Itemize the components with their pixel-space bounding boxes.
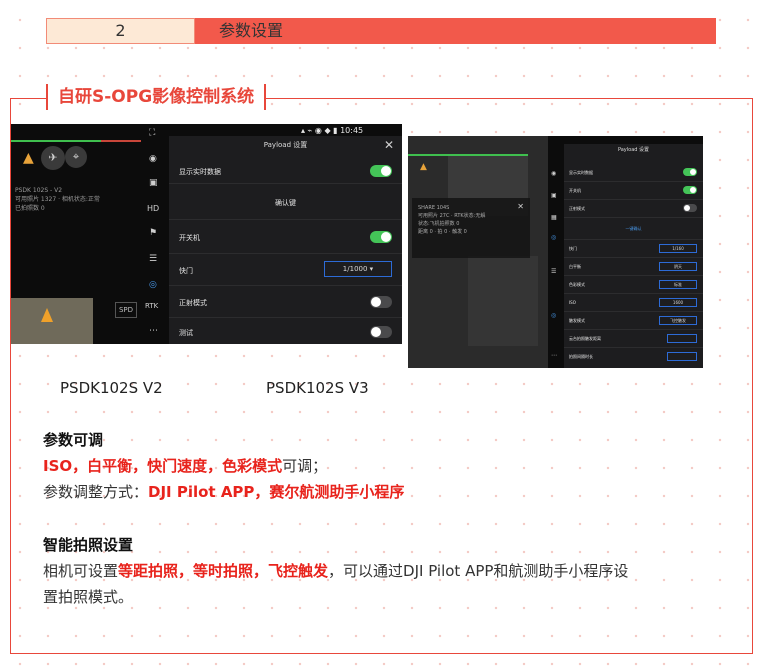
v3-row-confirm[interactable]: 一键确认 xyxy=(564,218,703,240)
v3-row-trigger-distance: 云台拍照触发距离 xyxy=(564,330,703,348)
row-test: 测试 xyxy=(169,318,402,344)
params-heading: 参数可调 xyxy=(43,431,104,449)
aircraft-icon[interactable]: ✈ xyxy=(41,146,65,170)
progress-line-v3 xyxy=(408,154,528,156)
caption-v2: PSDK102S V2 xyxy=(60,379,163,397)
params-block: 参数可调 ISO，白平衡，快门速度，色彩模式可调； 参数调整方式：DJI Pil… xyxy=(43,427,404,505)
screenshot-v2: ▲ ✈ ⌖ PSDK 102S - V2 可用照片 1327 · 相机状态:正常… xyxy=(11,124,402,344)
v3-iso-select[interactable]: 1600 xyxy=(659,298,697,307)
row-ortho-mode: 正射模式 xyxy=(169,286,402,318)
gimbal-icon[interactable]: ◎ xyxy=(149,280,157,290)
payload-info-popup: SHARE 104S 可用照片 27C · RTK状态:无解 状态:飞机拍照数 … xyxy=(412,198,530,258)
smart-photo-line-2: 置拍照模式。 xyxy=(43,588,134,606)
v3-row-interval: 拍照间隔时长 xyxy=(564,348,703,366)
params-line-2: 参数调整方式：DJI Pilot APP，赛尔航测助手小程序 xyxy=(43,483,405,501)
close-popup-icon[interactable]: ✕ xyxy=(517,202,524,211)
smart-photo-block: 智能拍照设置 相机可设置等距拍照，等时拍照，飞控触发，可以通过DJI Pilot… xyxy=(43,532,733,610)
v3-distance-input[interactable] xyxy=(667,334,697,343)
v3-color-select[interactable]: 标准 xyxy=(659,280,697,289)
toggle-power[interactable] xyxy=(370,231,392,243)
camera-icon-v3[interactable]: ▣ xyxy=(551,192,557,199)
v3-row-white-balance: 白平衡 阴天 xyxy=(564,258,703,276)
progress-line-green xyxy=(11,140,101,142)
smart-photo-heading: 智能拍照设置 xyxy=(43,536,134,554)
list-icon[interactable]: ☰ xyxy=(149,254,157,264)
list-icon-v3[interactable]: ☰ xyxy=(551,268,556,275)
screenshot-v3: ▲ SHARE 104S 可用照片 27C · RTK状态:无解 状态:飞机拍照… xyxy=(408,136,703,368)
v3-row-ortho: 正射模式 xyxy=(564,200,703,218)
v3-row-color-mode: 色彩模式 标准 xyxy=(564,276,703,294)
side-icon-column-v3: ◉ ▣ ▦ ◎ ☰ ◎ ⋯ xyxy=(548,136,564,368)
toggle-ortho-mode[interactable] xyxy=(370,296,392,308)
row-confirm[interactable]: 确认键 xyxy=(169,184,402,220)
caption-v3: PSDK102S V3 xyxy=(266,379,369,397)
v3-row-iso: ISO 1600 xyxy=(564,294,703,312)
close-icon[interactable]: ✕ xyxy=(384,138,394,152)
v3-shutter-select[interactable]: 1/160 xyxy=(659,244,697,253)
warning-icon-v3: ▲ xyxy=(420,162,427,172)
v3-toggle-power[interactable] xyxy=(683,186,697,194)
v3-row-realtime: 显示实时数据 xyxy=(564,164,703,182)
frame-title: 自研S-OPG影像控制系统 xyxy=(46,84,267,110)
signal-icon: ◉ xyxy=(149,154,157,164)
v3-row-power: 开关机 xyxy=(564,182,703,200)
hd-label: HD xyxy=(147,204,160,213)
payload-settings-panel-v3: Payload 设置 显示实时数据 开关机 正射模式 一键确认 快门 1/160… xyxy=(564,144,703,368)
signal-icon-v3: ◉ xyxy=(551,170,557,177)
v3-row-shutter: 快门 1/160 xyxy=(564,240,703,258)
more-icon[interactable]: ⋯ xyxy=(149,326,158,336)
row-power: 开关机 xyxy=(169,220,402,254)
params-line-1: ISO，白平衡，快门速度，色彩模式可调； xyxy=(43,457,328,475)
speed-label: SPD xyxy=(115,302,137,318)
section-title-bar: 参数设置 xyxy=(195,18,716,44)
smart-photo-line-1: 相机可设置等距拍照，等时拍照，飞控触发，可以通过DJI Pilot APP和航测… xyxy=(43,562,629,580)
payload-settings-panel: Payload 设置 ✕ 显示实时数据 确认键 开关机 快门 1/1000 ▾ … xyxy=(169,136,402,344)
status-bar: ▴ ⌁ ◉ ◆ ▮ 10:45 xyxy=(301,126,364,135)
hd-icon-v3: ▦ xyxy=(551,214,557,221)
payload-status-text: PSDK 102S - V2 可用照片 1327 · 相机状态:正常 已拍照数 … xyxy=(15,187,100,212)
rtk-label: RTK xyxy=(145,302,159,310)
progress-line-red xyxy=(101,140,141,142)
v3-toggle-realtime[interactable] xyxy=(683,168,697,176)
panel-title: Payload 设置 xyxy=(263,141,308,149)
camera-icon[interactable]: ▣ xyxy=(149,178,158,188)
mini-map[interactable] xyxy=(11,298,93,344)
panel-title-v3: Payload 设置 xyxy=(617,147,650,153)
filter-icon[interactable]: ⚑ xyxy=(149,228,157,238)
location-pin-icon[interactable]: ⌖ xyxy=(65,146,87,168)
warning-icon: ▲ xyxy=(23,150,34,166)
more-icon-v3[interactable]: ⋯ xyxy=(551,352,557,359)
gimbal-icon-v3[interactable]: ◎ xyxy=(551,234,556,241)
target-icon-v3[interactable]: ◎ xyxy=(551,312,556,319)
row-shutter: 快门 1/1000 ▾ xyxy=(169,254,402,286)
section-number: 2 xyxy=(46,18,195,44)
toggle-realtime-data[interactable] xyxy=(370,165,392,177)
v3-interval-input[interactable] xyxy=(667,352,697,361)
section-header: 2 参数设置 xyxy=(46,18,716,44)
row-show-realtime-data: 显示实时数据 xyxy=(169,158,402,184)
v3-toggle-ortho[interactable] xyxy=(683,204,697,212)
v3-wb-select[interactable]: 阴天 xyxy=(659,262,697,271)
fullscreen-icon[interactable]: ⛶ xyxy=(149,128,155,138)
v3-trigger-select[interactable]: 飞控触发 xyxy=(659,316,697,325)
v3-row-trigger-mode: 触发模式 飞控触发 xyxy=(564,312,703,330)
toggle-test[interactable] xyxy=(370,326,392,338)
side-icon-column: ⛶ ◉ ▣ HD ⚑ ☰ ◎ RTK ⋯ xyxy=(145,124,167,344)
shutter-select[interactable]: 1/1000 ▾ xyxy=(324,261,392,277)
